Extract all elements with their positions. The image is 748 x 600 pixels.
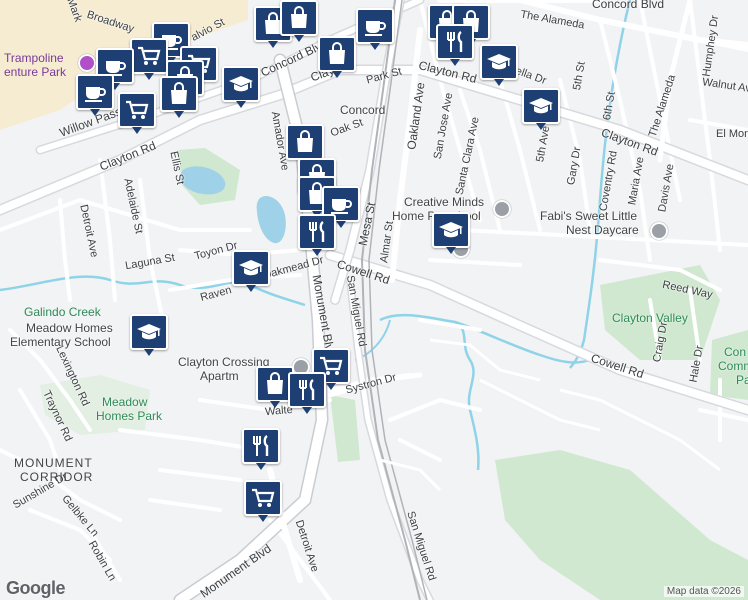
- poi-pin-icon[interactable]: [78, 54, 96, 72]
- school-marker-icon[interactable]: [130, 314, 168, 356]
- park-label-meadow-homes[interactable]: Meadow: [102, 396, 147, 408]
- school-marker-icon[interactable]: [232, 250, 270, 292]
- school-marker-icon[interactable]: [222, 66, 260, 108]
- place-label-creative-minds[interactable]: Creative Minds: [404, 196, 484, 208]
- creek-label-galindo: Galindo Creek: [24, 305, 101, 319]
- food-marker-icon[interactable]: [242, 428, 280, 470]
- place-label-clayton-crossing[interactable]: Apartm: [200, 370, 239, 382]
- park-label-community[interactable]: Pa: [736, 374, 748, 386]
- bag-marker-icon[interactable]: [280, 0, 318, 42]
- road-label-el-mon: El Mon: [716, 128, 748, 140]
- food-marker-icon[interactable]: [298, 214, 336, 256]
- park-label-clayton-valley[interactable]: Clayton Valley: [612, 312, 688, 324]
- food-marker-icon[interactable]: [288, 372, 326, 414]
- park-label-community[interactable]: Comm: [718, 360, 748, 372]
- place-label-fabis[interactable]: Nest Daycare: [566, 224, 639, 236]
- place-label-meadow-homes-school[interactable]: Elementary School: [10, 336, 111, 348]
- food-marker-icon[interactable]: [436, 24, 474, 66]
- school-marker-icon[interactable]: [432, 212, 470, 254]
- place-label-trampoline[interactable]: Trampoline: [4, 52, 64, 64]
- school-marker-icon[interactable]: [522, 88, 560, 130]
- map-canvas[interactable]: Clayton Rd Clayton Rd Clayton Rd Clayto …: [0, 0, 748, 600]
- area-label-monument-corridor: CORRIDOR: [20, 470, 94, 484]
- coffee-marker-icon[interactable]: [356, 8, 394, 50]
- bag-marker-icon[interactable]: [318, 36, 356, 78]
- map-attribution[interactable]: Map data ©2026: [663, 586, 744, 597]
- bag-marker-icon[interactable]: [286, 124, 324, 166]
- google-logo: Google: [6, 578, 66, 598]
- cart-marker-icon[interactable]: [244, 480, 282, 522]
- poi-pin-icon[interactable]: [493, 200, 511, 218]
- road-label-concord-blvd: Concord Blvd: [592, 0, 665, 11]
- place-label-trampoline[interactable]: enture Park: [4, 66, 66, 78]
- coffee-marker-icon[interactable]: [76, 74, 114, 116]
- area-label-monument-corridor: MONUMENT: [14, 456, 93, 470]
- park-label-community[interactable]: Con: [724, 346, 746, 358]
- bag-marker-icon[interactable]: [160, 76, 198, 118]
- place-label-concord[interactable]: Concord: [340, 104, 385, 116]
- place-label-meadow-homes-school[interactable]: Meadow Homes: [26, 322, 113, 334]
- poi-pin-icon[interactable]: [650, 222, 668, 240]
- cart-marker-icon[interactable]: [118, 92, 156, 134]
- school-marker-icon[interactable]: [480, 44, 518, 86]
- cart-marker-icon[interactable]: [130, 38, 168, 80]
- park-label-meadow-homes[interactable]: Homes Park: [96, 410, 162, 422]
- place-label-fabis[interactable]: Fabi's Sweet Little: [540, 210, 637, 222]
